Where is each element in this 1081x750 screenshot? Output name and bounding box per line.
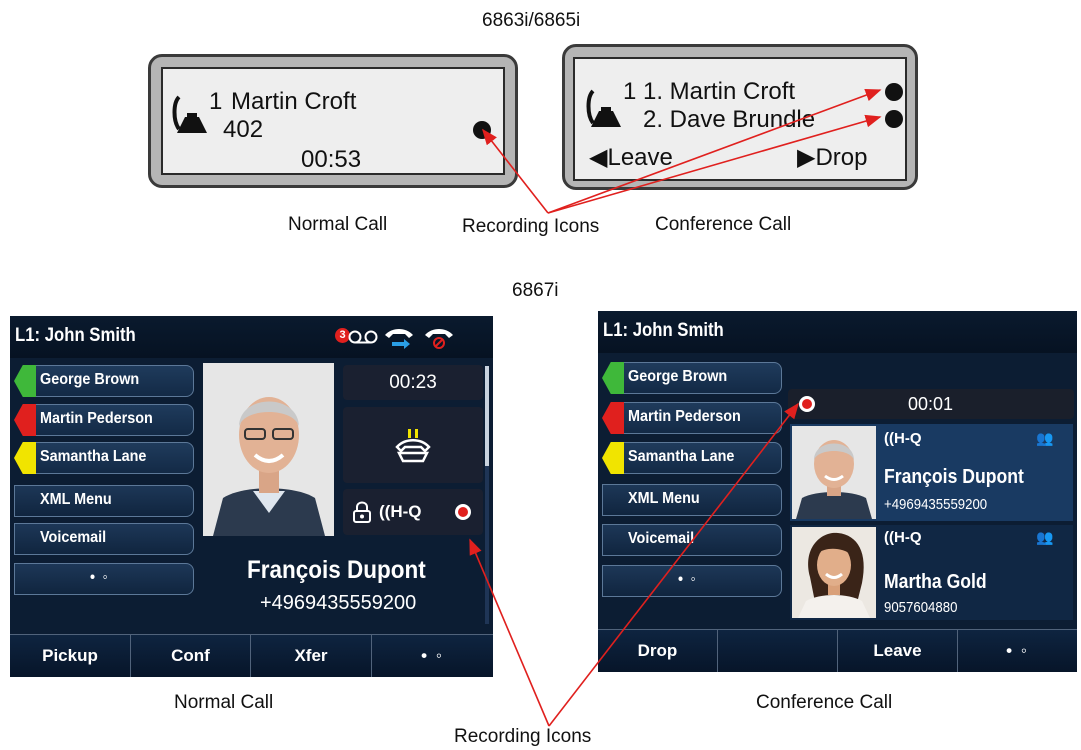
- conf-softkey[interactable]: Conf: [131, 635, 251, 677]
- screen-header: L1: John Smith 3: [10, 316, 493, 358]
- participant-number: 9057604880: [884, 599, 958, 616]
- annotation-recording-icons-bottom: Recording Icons: [454, 726, 592, 747]
- caller-name: François Dupont: [247, 556, 426, 584]
- line-key-xml-menu[interactable]: XML Menu: [10, 484, 198, 518]
- left-arrow-icon: ◀: [589, 144, 608, 171]
- scrollbar-track[interactable]: [485, 366, 489, 624]
- line-key-samantha-lane[interactable]: Samantha Lane: [598, 441, 786, 475]
- voicemail-icon[interactable]: [348, 329, 378, 345]
- timer-panel: 00:23: [343, 365, 483, 400]
- line-key-voicemail[interactable]: Voicemail: [598, 523, 786, 557]
- blank-softkey[interactable]: [718, 630, 838, 672]
- caller-number: +4969435559200: [260, 592, 417, 614]
- caption-normal-call-bottom: Normal Call: [174, 692, 274, 713]
- status-indicator-green: [14, 365, 36, 397]
- lcd-screen: 1 Martin Croft 402 00:53: [161, 67, 505, 175]
- hiq-audio-label: ((H-Q: [884, 430, 922, 447]
- recording-icon-party-2: [885, 110, 903, 128]
- lcd-phone-normal-call: 1 Martin Croft 402 00:53: [148, 54, 518, 188]
- line-key-martin-pederson[interactable]: Martin Pederson: [10, 403, 198, 437]
- caller-extension: 402: [223, 116, 264, 143]
- conference-people-icon: 👥: [1036, 430, 1054, 446]
- line-key-george-brown[interactable]: George Brown: [10, 364, 198, 398]
- line-key-voicemail[interactable]: Voicemail: [10, 522, 198, 556]
- lcd-screen: 1 1. Martin Croft 2. Dave Brundle ◀Leave…: [573, 57, 907, 181]
- conference-party-2: 2. Dave Brundle: [643, 106, 816, 133]
- recording-icon: [455, 504, 471, 520]
- more-softkey[interactable]: • ◦: [372, 635, 493, 677]
- line-number: 1: [623, 78, 637, 105]
- status-indicator-green: [602, 362, 624, 394]
- recording-icon: [473, 121, 491, 139]
- call-status-panel: ((H-Q: [343, 489, 483, 535]
- status-indicator-red: [14, 404, 36, 436]
- line-key-more[interactable]: • ◦: [598, 564, 786, 598]
- conference-people-icon: 👥: [1036, 529, 1054, 545]
- right-arrow-icon: ▶: [797, 144, 816, 171]
- participant-name: Martha Gold: [884, 571, 987, 593]
- line-key-samantha-lane[interactable]: Samantha Lane: [10, 441, 198, 475]
- conference-timer: 00:01: [908, 394, 954, 414]
- handset-icon: [586, 89, 621, 127]
- more-softkey[interactable]: • ◦: [958, 630, 1077, 672]
- conference-party-1: 1. Martin Croft: [643, 78, 796, 105]
- handset-icon: [172, 95, 207, 133]
- color-screen-conference-call: L1: John Smith George Brown Martin Peder…: [598, 311, 1077, 672]
- call-forward-icon[interactable]: [382, 325, 416, 349]
- model-label-6867i: 6867i: [512, 280, 559, 301]
- color-screen-normal-call: L1: John Smith 3 George Brown Martin Ped…: [10, 316, 493, 677]
- line-title: L1: John Smith: [15, 325, 136, 346]
- leave-softkey[interactable]: Leave: [838, 630, 958, 672]
- recording-icon: [799, 396, 815, 412]
- xfer-softkey[interactable]: Xfer: [251, 635, 372, 677]
- drop-softkey[interactable]: ▶Drop: [797, 145, 868, 171]
- line-key-martin-pederson[interactable]: Martin Pederson: [598, 401, 786, 435]
- status-indicator-yellow: [14, 442, 36, 474]
- caption-conference-call-top: Conference Call: [655, 214, 792, 235]
- hiq-audio-label: ((H-Q: [884, 529, 922, 546]
- participant-name: François Dupont: [884, 466, 1024, 488]
- model-label-6863i: 6863i/6865i: [482, 10, 581, 31]
- participant-photo: [792, 426, 876, 519]
- status-indicator-red: [602, 402, 624, 434]
- annotation-recording-icons-top: Recording Icons: [462, 216, 600, 237]
- hold-icon: [395, 429, 431, 463]
- caller-name: Martin Croft: [231, 88, 357, 115]
- status-indicator-yellow: [602, 442, 624, 474]
- participant-number: +4969435559200: [884, 496, 988, 513]
- participant-card-1[interactable]: ((H-Q 👥 François Dupont +4969435559200: [790, 424, 1073, 521]
- line-key-xml-menu[interactable]: XML Menu: [598, 483, 786, 517]
- conference-timer-bar: 00:01: [788, 389, 1074, 419]
- lock-icon: [353, 501, 371, 523]
- caption-conference-call-bottom: Conference Call: [756, 692, 893, 713]
- caption-normal-call-top: Normal Call: [288, 214, 388, 235]
- do-not-disturb-icon[interactable]: [422, 325, 456, 349]
- line-title: L1: John Smith: [603, 320, 724, 341]
- pickup-softkey[interactable]: Pickup: [10, 635, 131, 677]
- leave-softkey[interactable]: ◀Leave: [589, 145, 673, 171]
- drop-softkey[interactable]: Drop: [598, 630, 718, 672]
- screen-header: L1: John Smith: [598, 311, 1077, 353]
- recording-icon-party-1: [885, 83, 903, 101]
- participant-card-2[interactable]: ((H-Q 👥 Martha Gold 9057604880: [790, 525, 1073, 620]
- hold-panel: [343, 407, 483, 483]
- softkey-bar: Pickup Conf Xfer • ◦: [10, 634, 493, 677]
- lcd-phone-conference-call: 1 1. Martin Croft 2. Dave Brundle ◀Leave…: [562, 44, 918, 190]
- hiq-audio-label: ((H-Q: [379, 502, 422, 521]
- caller-photo: [203, 363, 334, 536]
- softkey-bar: Drop Leave • ◦: [598, 629, 1077, 672]
- participant-photo: [792, 527, 876, 618]
- line-key-george-brown[interactable]: George Brown: [598, 361, 786, 395]
- line-key-more[interactable]: • ◦: [10, 562, 198, 596]
- scrollbar-thumb[interactable]: [485, 366, 489, 466]
- line-number: 1: [209, 88, 223, 115]
- call-timer: 00:53: [301, 146, 362, 173]
- call-timer: 00:23: [389, 372, 437, 393]
